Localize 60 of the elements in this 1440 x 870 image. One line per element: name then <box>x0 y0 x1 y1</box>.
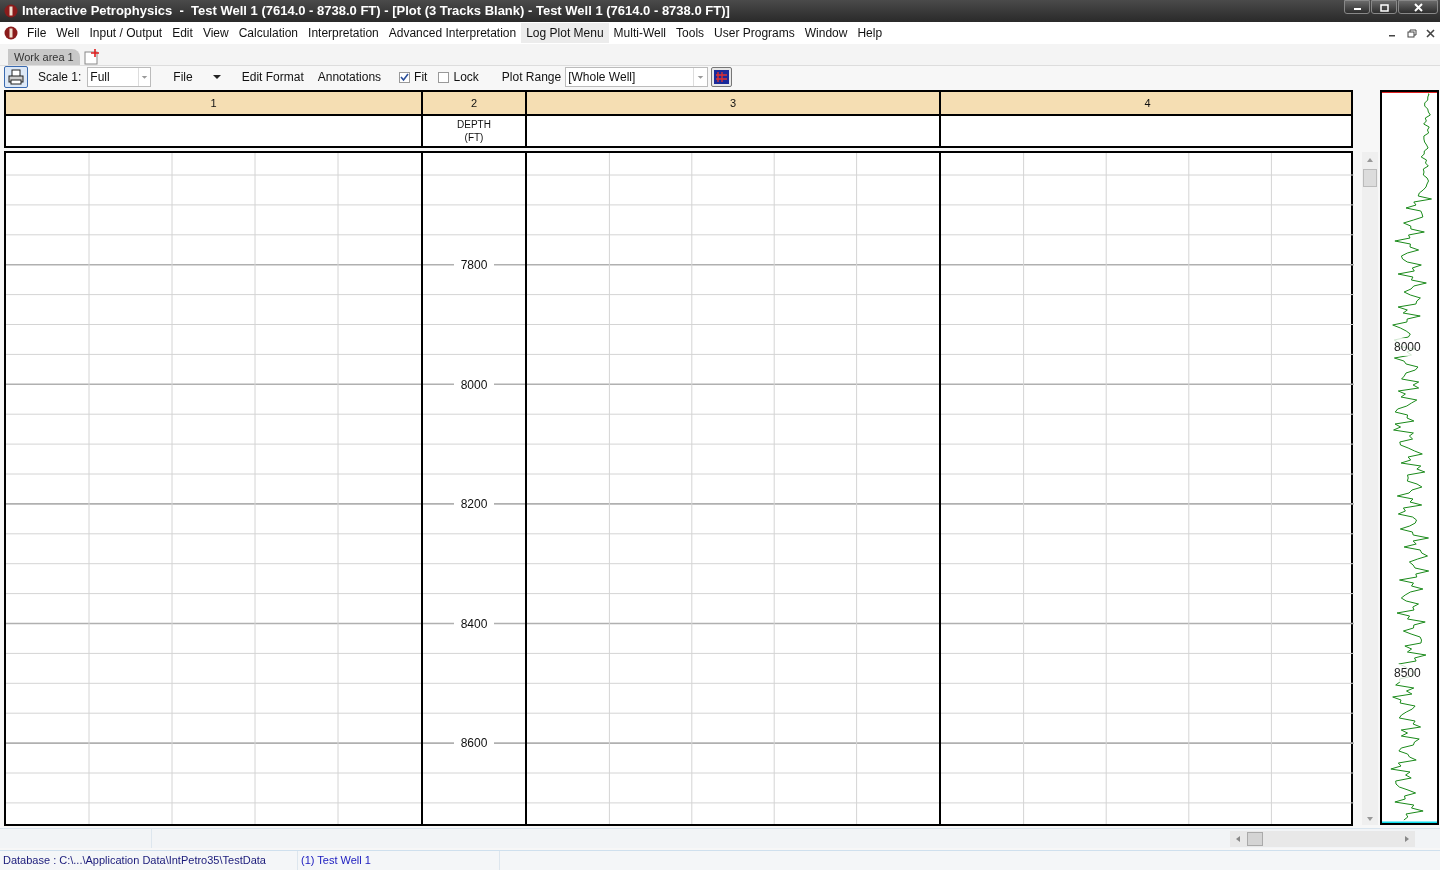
track-number: 3 <box>729 95 737 111</box>
layout-button[interactable] <box>711 67 733 87</box>
scroll-down-icon <box>1366 815 1374 823</box>
file-menu-button[interactable]: File <box>173 68 221 86</box>
depth-label: 8500 <box>1394 664 1421 682</box>
menu-item[interactable]: Well <box>51 23 85 43</box>
tab[interactable]: Work area 1 <box>8 49 80 65</box>
menu-item[interactable]: Interpretation <box>303 23 384 43</box>
depth-label: 8000 <box>1394 338 1421 356</box>
scroll-left-icon <box>1234 835 1242 843</box>
track-number: 1 <box>210 95 217 111</box>
scroll-thumb[interactable] <box>1363 169 1377 187</box>
close-icon <box>1412 2 1424 12</box>
checkbox-label: Lock <box>453 69 479 86</box>
scroll-right-icon <box>1403 835 1411 843</box>
vertical-scrollbar[interactable] <box>1362 152 1378 825</box>
menu-item[interactable]: Advanced Interpretation <box>383 23 522 43</box>
app-logo-icon <box>4 26 18 40</box>
grid-icon <box>714 70 730 84</box>
scroll-up-icon <box>1366 156 1374 164</box>
track-header-text: DEPTH <box>457 118 491 131</box>
track-number: 2 <box>470 95 478 111</box>
scale-label: Scale 1: <box>38 69 82 86</box>
track-header-text: (FT) <box>464 131 484 144</box>
checkbox-label: Fit <box>414 69 428 86</box>
menu-item[interactable]: View <box>197 23 234 43</box>
menu-item[interactable]: Multi-Well <box>608 23 672 43</box>
menu-item[interactable]: Window <box>799 23 853 43</box>
window-title: Interactive Petrophysics - Test Well 1 (7614.0 - 8738.0 FT) - [Plot (3 Tracks Blank) - Test Well 1 (7614.0 - 8738.0 FT)] <box>22 2 730 21</box>
menu-item[interactable]: Edit <box>167 23 198 43</box>
close-icon[interactable] <box>1426 28 1436 38</box>
plot-range-dropdown[interactable]: [Whole Well] <box>565 67 709 87</box>
close-button[interactable] <box>1398 0 1438 14</box>
restore-icon[interactable] <box>1407 28 1417 38</box>
horizontal-scrollbar[interactable] <box>1230 831 1415 847</box>
menu-item[interactable]: Tools <box>671 23 710 43</box>
restore-icon <box>1378 2 1390 12</box>
caret-icon <box>212 74 221 80</box>
annotations-button[interactable]: Annotations <box>317 68 382 86</box>
status-text: Database : C:\...\Application Data\IntPetro35\TestData <box>3 853 266 869</box>
status-text: (1) Test Well 1 <box>301 853 371 869</box>
edit-format-button[interactable]: Edit Format <box>241 68 304 86</box>
check-icon <box>400 72 410 82</box>
menu-item[interactable]: Log Plot Menu <box>521 23 609 43</box>
minimize-button[interactable] <box>1344 0 1370 14</box>
scale-dropdown[interactable]: Full <box>87 67 152 87</box>
checkbox[interactable] <box>438 71 450 83</box>
menu-item[interactable]: Help <box>852 23 888 43</box>
menu-item[interactable]: File <box>22 23 52 43</box>
plot-range-label: Plot Range <box>501 69 562 86</box>
print-button[interactable] <box>4 66 28 88</box>
app-logo-icon <box>4 4 18 18</box>
scroll-thumb[interactable] <box>1247 832 1263 846</box>
menu-item[interactable]: User Programs <box>709 23 800 43</box>
restore-button[interactable] <box>1371 0 1397 14</box>
printer-icon <box>8 69 24 85</box>
menu-item[interactable]: Input / Output <box>84 23 168 43</box>
menu-item[interactable]: Calculation <box>233 23 304 43</box>
checkbox[interactable] <box>399 71 411 83</box>
track-number: 4 <box>1144 95 1151 111</box>
